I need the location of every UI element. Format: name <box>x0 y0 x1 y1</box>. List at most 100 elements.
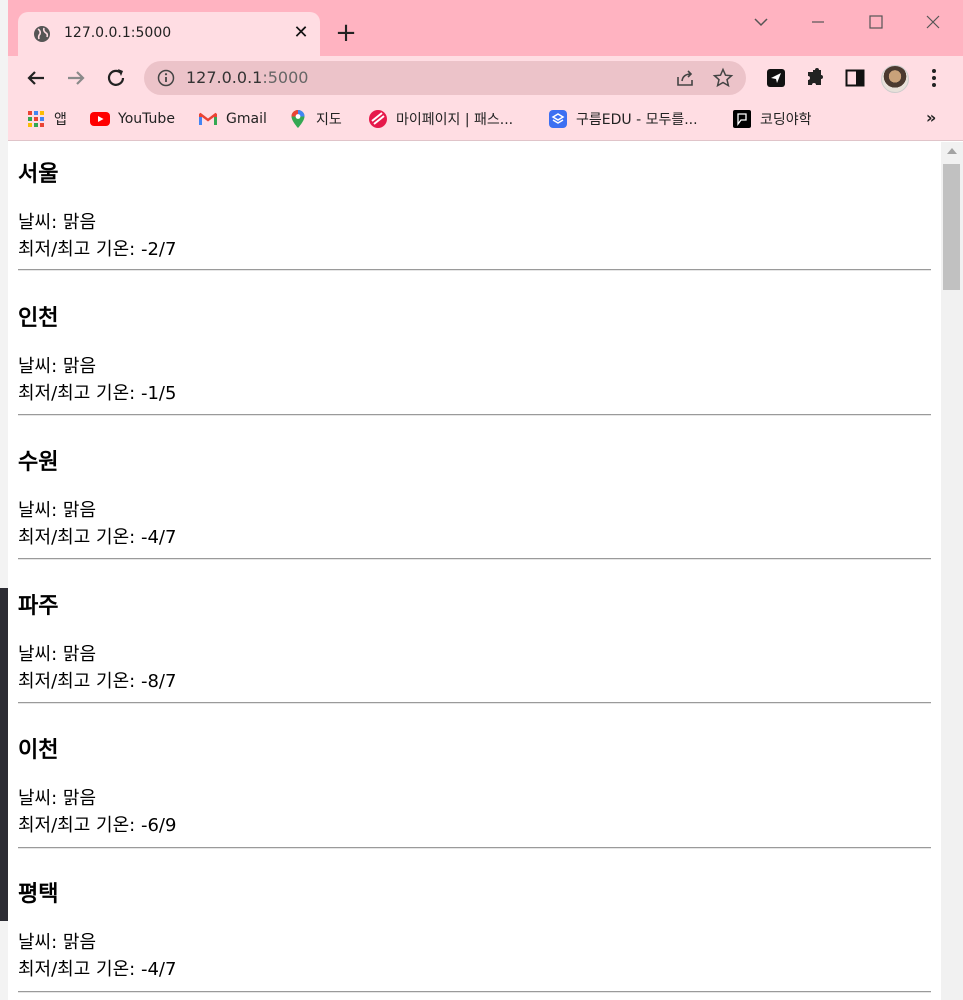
weather-label: 날씨: <box>18 356 58 377</box>
bookmark-maps[interactable]: 지도 <box>288 108 342 130</box>
divider <box>18 847 931 849</box>
profile-avatar[interactable] <box>881 65 909 93</box>
close-window-icon[interactable] <box>921 10 945 34</box>
weather-value: 맑음 <box>62 932 97 953</box>
tab-active[interactable]: 127.0.0.1:5000 ✕ <box>18 12 320 56</box>
temp-line: 최저/최고 기온: -6/9 <box>18 811 176 837</box>
bookmarks-overflow-button[interactable]: » <box>926 108 936 127</box>
temp-line: 최저/최고 기온: -4/7 <box>18 523 176 549</box>
bookmark-label: 앱 <box>54 112 67 128</box>
weather-line: 날씨: 맑음 <box>18 640 96 666</box>
weather-value: 맑음 <box>62 212 97 233</box>
scrollbar-thumb[interactable] <box>943 164 960 290</box>
toolbar: 127.0.0.1:5000 <box>8 56 963 100</box>
url-text: 127.0.0.1:5000 <box>186 68 308 87</box>
temp-value: -4/7 <box>140 959 177 980</box>
maximize-icon[interactable] <box>864 10 888 34</box>
bookmark-label: 구름EDU - 모두를... <box>576 112 698 128</box>
temp-value: -6/9 <box>140 815 177 836</box>
temp-label: 최저/최고 기온: <box>18 815 136 836</box>
bookmark-youtube[interactable]: YouTube <box>90 108 175 130</box>
weather-line: 날씨: 맑음 <box>18 784 96 810</box>
bookmark-passport[interactable]: 마이페이지 | 패스... <box>368 108 513 130</box>
new-tab-button[interactable]: + <box>332 20 360 48</box>
temp-value: -8/7 <box>140 671 177 692</box>
temp-line: 최저/최고 기온: -4/7 <box>18 955 176 981</box>
temp-line: 최저/최고 기온: -1/5 <box>18 379 176 405</box>
minimize-icon[interactable] <box>806 10 830 34</box>
temp-label: 최저/최고 기온: <box>18 671 136 692</box>
temp-line: 최저/최고 기온: -8/7 <box>18 667 176 693</box>
bookmark-goorm[interactable]: 구름EDU - 모두를... <box>548 108 698 130</box>
temp-line: 최저/최고 기온: -2/7 <box>18 235 176 261</box>
weather-label: 날씨: <box>18 212 58 233</box>
back-icon[interactable] <box>22 64 50 92</box>
weather-value: 맑음 <box>62 356 97 377</box>
browser-window: 127.0.0.1:5000 ✕ + 127.0.0.1:5000 앱 YouT… <box>8 0 963 1000</box>
temp-label: 최저/최고 기온: <box>18 239 136 260</box>
globe-icon <box>34 26 50 42</box>
maps-pin-icon <box>291 110 305 128</box>
reload-icon[interactable] <box>102 64 130 92</box>
forward-icon[interactable] <box>62 64 90 92</box>
divider <box>18 414 931 416</box>
temp-value: -1/5 <box>140 383 177 404</box>
youtube-icon <box>90 112 110 126</box>
bookmark-apps[interactable]: 앱 <box>26 108 67 130</box>
bookmark-star-icon[interactable] <box>712 67 734 89</box>
city-name: 이천 <box>18 738 59 763</box>
address-bar[interactable]: 127.0.0.1:5000 <box>144 61 746 95</box>
bookmark-label: 지도 <box>316 112 342 128</box>
bookmark-label: Gmail <box>226 111 267 127</box>
background-window-dark-region <box>0 588 8 921</box>
extensions-puzzle-icon[interactable] <box>804 66 828 90</box>
weather-value: 맑음 <box>62 500 97 521</box>
send-extension-icon[interactable] <box>764 66 788 90</box>
scroll-up-arrow-icon[interactable] <box>947 148 957 154</box>
close-tab-icon[interactable]: ✕ <box>290 22 312 44</box>
site-info-icon[interactable] <box>157 69 175 87</box>
bookmarks-bar: 앱 YouTube Gmail 지도 마이페이지 | 패스... 구름EDU -… <box>8 100 963 141</box>
weather-label: 날씨: <box>18 788 58 809</box>
gmail-icon <box>199 112 217 125</box>
background-window <box>0 0 8 1000</box>
menu-kebab-icon[interactable] <box>928 66 940 90</box>
weather-line: 날씨: 맑음 <box>18 928 96 954</box>
weather-line: 날씨: 맑음 <box>18 208 96 234</box>
apps-grid-icon <box>28 111 44 127</box>
weather-value: 맑음 <box>62 644 97 665</box>
weather-line: 날씨: 맑음 <box>18 352 96 378</box>
divider <box>18 702 931 704</box>
temp-label: 최저/최고 기온: <box>18 959 136 980</box>
weather-label: 날씨: <box>18 500 58 521</box>
city-name: 서울 <box>18 162 59 187</box>
passport-icon <box>369 110 387 128</box>
tab-strip: 127.0.0.1:5000 ✕ + <box>8 0 963 56</box>
divider <box>18 269 931 271</box>
weather-value: 맑음 <box>62 788 97 809</box>
bookmark-gmail[interactable]: Gmail <box>198 108 267 130</box>
temp-label: 최저/최고 기온: <box>18 527 136 548</box>
goorm-icon <box>549 110 567 128</box>
divider <box>18 558 931 560</box>
tab-title: 127.0.0.1:5000 <box>64 25 172 41</box>
weather-label: 날씨: <box>18 932 58 953</box>
divider <box>18 991 931 993</box>
temp-label: 최저/최고 기온: <box>18 383 136 404</box>
city-name: 수원 <box>18 450 59 475</box>
bookmark-label: 코딩야학 <box>760 112 812 128</box>
temp-value: -2/7 <box>140 239 177 260</box>
page-content: 서울 날씨: 맑음 최저/최고 기온: -2/7 인천 날씨: 맑음 최저/최고… <box>8 142 941 1000</box>
tab-search-icon[interactable] <box>749 10 773 34</box>
city-name: 평택 <box>18 882 59 907</box>
url-port: :5000 <box>262 68 309 87</box>
bookmark-coding[interactable]: 코딩야학 <box>732 108 812 130</box>
bookmark-label: YouTube <box>118 111 175 127</box>
vertical-scrollbar[interactable] <box>941 142 963 1000</box>
share-icon[interactable] <box>674 67 696 89</box>
weather-line: 날씨: 맑음 <box>18 496 96 522</box>
temp-value: -4/7 <box>140 527 177 548</box>
side-panel-icon[interactable] <box>843 66 867 90</box>
weather-label: 날씨: <box>18 644 58 665</box>
bookmark-label: 마이페이지 | 패스... <box>396 112 514 128</box>
